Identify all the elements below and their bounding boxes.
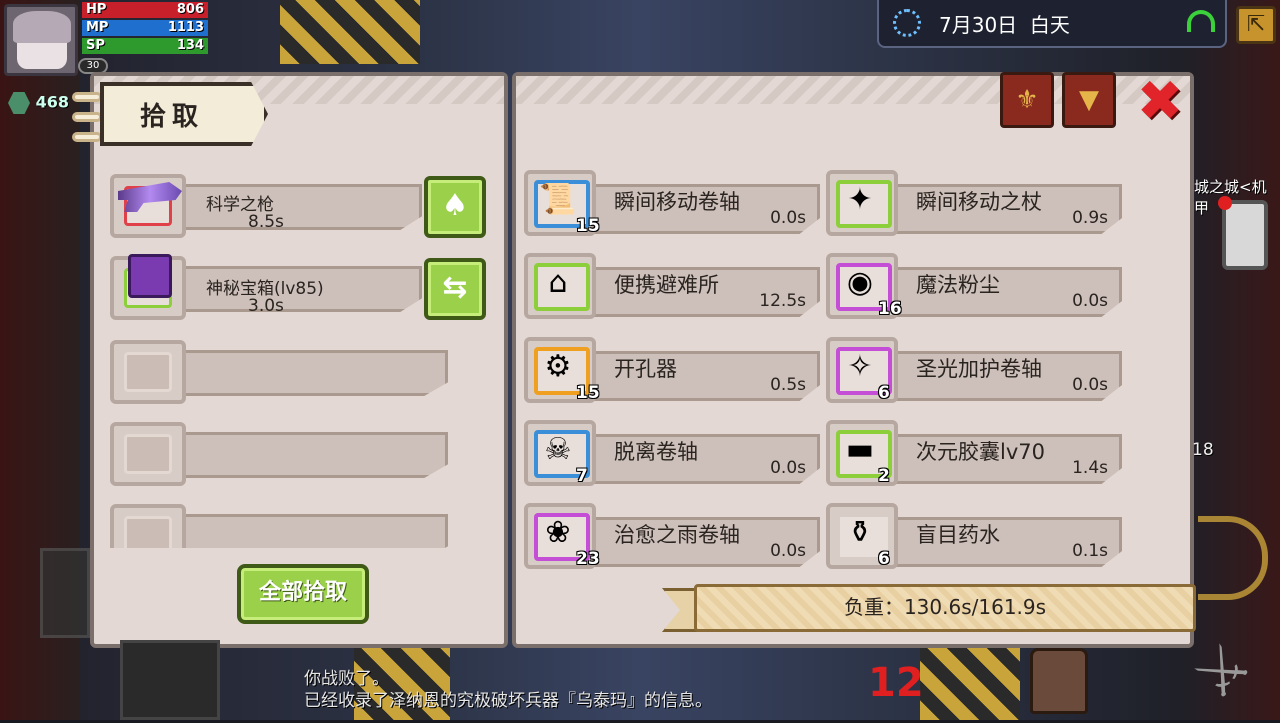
binder-ring <box>72 112 102 122</box>
drill-icon: ⚙ <box>544 349 572 384</box>
exit-icon[interactable]: ⇱ <box>1236 6 1276 44</box>
pickup-slot-2[interactable]: 神秘宝箱(lv85) 3.0s <box>110 254 422 320</box>
item-quantity: 2 <box>878 466 890 486</box>
heart-button[interactable] <box>120 640 220 720</box>
item-quantity: 16 <box>878 299 902 319</box>
gem-counter: 468 <box>8 92 69 114</box>
phone-icon[interactable] <box>1218 196 1268 270</box>
weight-display: 负重：130.6s/161.9s <box>662 584 1196 632</box>
item-quantity: 23 <box>576 549 600 569</box>
item-name: 魔法粉尘 <box>916 273 1000 297</box>
inventory-item[interactable]: ✧ 6 圣光加护卷轴 0.0s <box>826 337 1122 403</box>
bag-count: 18 <box>1192 440 1214 460</box>
mp-bar: MP 1113 <box>82 20 208 36</box>
hazard-floor-top <box>280 0 420 64</box>
item-time: 1.4s <box>1072 458 1108 478</box>
item-name: 盲目药水 <box>916 523 1000 547</box>
message-log: 你战败了。 已经收录了泽纳恩的究极破坏兵器『乌泰玛』的信息。 <box>304 668 712 712</box>
crest-icon[interactable]: ⚜ <box>1000 72 1054 128</box>
date-text: 7月30日 <box>939 12 1018 37</box>
backpack-icon[interactable] <box>1030 648 1088 714</box>
slot-item-time: 8.5s <box>248 212 284 232</box>
close-icon[interactable]: ✖ <box>1136 74 1184 130</box>
item-name: 脱离卷轴 <box>614 440 698 464</box>
player-status: HP 806 MP 1113 SP 134 30 <box>0 0 210 78</box>
shelter-icon: ⌂ <box>548 265 568 300</box>
capsule-icon: ▬ <box>845 432 875 467</box>
item-quantity: 6 <box>878 549 890 569</box>
date-time-bar: 7月30日 白天 <box>877 0 1227 48</box>
top-icon-group: ⚜ ▼ <box>1000 72 1124 128</box>
inventory-item[interactable]: ⌂ 便携避难所 12.5s <box>524 253 820 319</box>
item-time: 0.5s <box>770 375 806 395</box>
dpad-left[interactable] <box>40 548 90 638</box>
inventory-item[interactable]: ☠ 7 脱离卷轴 0.0s <box>524 420 820 486</box>
sp-bar: SP 134 <box>82 38 208 54</box>
inventory-item[interactable]: ▬ 2 次元胶囊lv70 1.4s <box>826 420 1122 486</box>
hazard-floor-bottom-right <box>920 648 1020 720</box>
item-name: 瞬间移动卷轴 <box>614 190 740 214</box>
item-name: 便携避难所 <box>614 273 719 297</box>
scroll-icon: 📜 <box>539 182 577 217</box>
item-name: 治愈之雨卷轴 <box>614 523 740 547</box>
inventory-item[interactable]: ◉ 16 魔法粉尘 0.0s <box>826 253 1122 319</box>
mystery-chest-icon <box>128 254 172 298</box>
swap-icon[interactable]: ⇆ <box>424 258 486 320</box>
weight-text: 负重：130.6s/161.9s <box>694 584 1196 632</box>
avatar[interactable] <box>4 4 78 76</box>
item-quantity: 7 <box>576 466 588 486</box>
gem-icon <box>8 92 30 114</box>
log-line: 你战败了。 <box>304 669 389 689</box>
log-line: 已经收录了泽纳恩的究极破坏兵器『乌泰玛』的信息。 <box>304 691 712 711</box>
pickup-slot-empty[interactable] <box>110 340 448 404</box>
inventory-item[interactable]: ❀ 23 治愈之雨卷轴 0.0s <box>524 503 820 569</box>
item-quantity: 6 <box>878 383 890 403</box>
item-quantity: 15 <box>576 383 600 403</box>
inventory-item[interactable]: ✦ 瞬间移动之杖 0.9s <box>826 170 1122 236</box>
item-time: 0.1s <box>1072 541 1108 561</box>
pickup-slot-empty[interactable] <box>110 504 448 548</box>
item-name: 圣光加护卷轴 <box>916 357 1042 381</box>
pickup-slot-1[interactable]: 科学之枪 8.5s <box>110 174 422 238</box>
potion-icon: ⚱ <box>847 515 873 550</box>
pickup-title: 拾取 <box>100 82 268 146</box>
item-quantity: 15 <box>576 216 600 236</box>
binder-ring <box>72 132 102 142</box>
item-name: 开孔器 <box>614 357 677 381</box>
bag-icon[interactable]: ♠ <box>424 176 486 238</box>
item-time: 12.5s <box>759 291 806 311</box>
inventory-item[interactable]: ⚱ 6 盲目药水 0.1s <box>826 503 1122 569</box>
magic-dust-icon: ◉ <box>846 265 874 300</box>
item-name: 瞬间移动之杖 <box>916 190 1042 214</box>
green-scroll-icon: ✧ <box>847 349 873 384</box>
pickup-slot-empty[interactable] <box>110 422 448 486</box>
item-name: 次元胶囊lv70 <box>916 440 1045 464</box>
wifi-icon <box>1187 10 1215 32</box>
item-time: 0.0s <box>770 208 806 228</box>
time-of-day-text: 白天 <box>1029 12 1070 37</box>
item-time: 0.9s <box>1072 208 1108 228</box>
pick-all-button[interactable]: 全部拾取 <box>237 564 369 624</box>
item-time: 0.0s <box>770 458 806 478</box>
inventory-item[interactable]: ⚙ 15 开孔器 0.5s <box>524 337 820 403</box>
hp-bar: HP 806 <box>82 2 208 18</box>
sun-icon <box>893 9 921 37</box>
item-time: 0.0s <box>1072 375 1108 395</box>
floor-number: 12 <box>868 660 924 706</box>
armor-icon[interactable]: ▼ <box>1062 72 1116 128</box>
item-time: 0.0s <box>770 541 806 561</box>
binder-ring <box>72 92 102 102</box>
wand-icon: ✦ <box>847 182 873 217</box>
slot-item-time: 3.0s <box>248 296 284 316</box>
heal-scroll-icon: ❀ <box>545 515 571 550</box>
item-time: 0.0s <box>1072 291 1108 311</box>
skull-scroll-icon: ☠ <box>544 432 572 467</box>
inventory-item[interactable]: 📜 15 瞬间移动卷轴 0.0s <box>524 170 820 236</box>
